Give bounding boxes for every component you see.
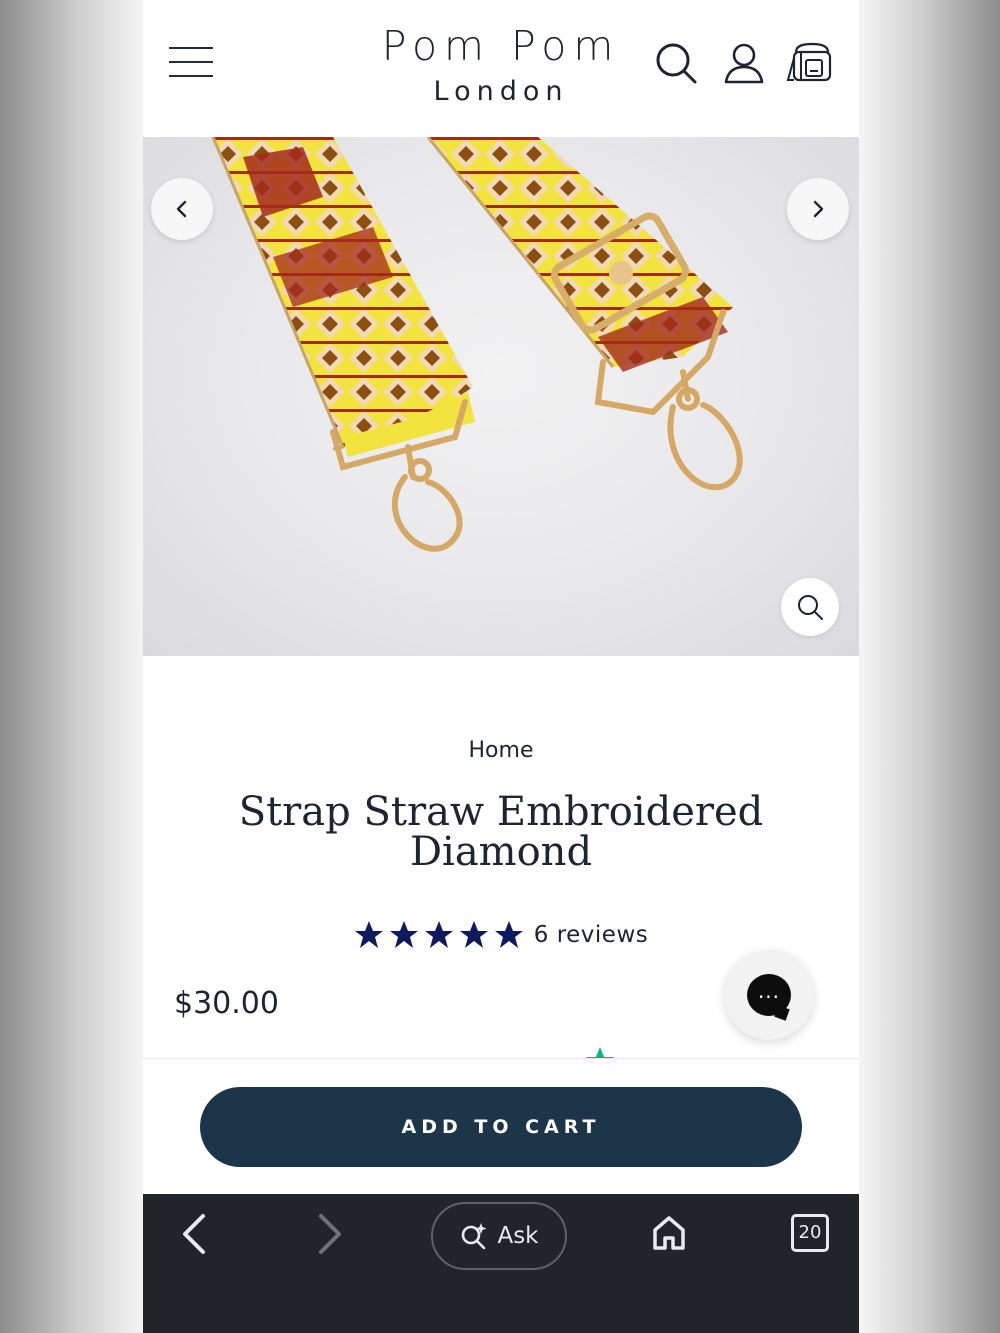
ask-label: Ask: [497, 1223, 539, 1249]
chevron-right-icon: [813, 200, 824, 218]
product-rating[interactable]: 6 reviews: [143, 920, 859, 950]
star-icon: [494, 921, 523, 948]
sparkle-search-icon: [462, 1223, 487, 1250]
strap-photo: [211, 137, 743, 552]
back-arrow-icon[interactable]: [177, 1212, 211, 1256]
product-title: Strap Straw Embroidered Diamond: [238, 789, 764, 875]
tabs-count-button[interactable]: 20: [791, 1214, 829, 1252]
gallery-prev-button[interactable]: [151, 178, 213, 240]
ask-button[interactable]: Ask: [431, 1202, 567, 1270]
star-icon: [459, 921, 488, 948]
add-to-cart-button[interactable]: ADD TO CART: [200, 1087, 802, 1167]
star-icon: [389, 921, 418, 948]
chat-button[interactable]: ...: [724, 950, 814, 1040]
bag-icon[interactable]: [786, 40, 838, 86]
sticky-cart-bar: ADD TO CART: [143, 1058, 859, 1195]
product-image[interactable]: [143, 137, 859, 656]
chevron-left-icon: [176, 200, 187, 218]
forward-arrow-icon[interactable]: [313, 1212, 347, 1256]
magnifier-icon: [798, 595, 823, 620]
left-strap: [211, 137, 475, 457]
home-icon[interactable]: [651, 1214, 687, 1252]
rating-stars: [354, 920, 524, 950]
search-icon[interactable]: [653, 40, 699, 86]
chat-bubble-icon: ...: [747, 974, 791, 1016]
gallery-next-button[interactable]: [787, 178, 849, 240]
phone-screen: Pom Pom London Home Strap Straw Embroide…: [143, 0, 859, 1333]
site-header: Pom Pom London: [143, 0, 859, 137]
browser-toolbar: Ask 20: [143, 1194, 859, 1333]
star-icon: [424, 921, 453, 948]
user-icon[interactable]: [721, 40, 767, 86]
breadcrumb[interactable]: Home: [143, 738, 859, 763]
star-icon: [354, 921, 383, 948]
reviews-count[interactable]: 6 reviews: [534, 922, 649, 948]
product-price: $30.00: [174, 986, 279, 1021]
zoom-button[interactable]: [781, 578, 839, 636]
